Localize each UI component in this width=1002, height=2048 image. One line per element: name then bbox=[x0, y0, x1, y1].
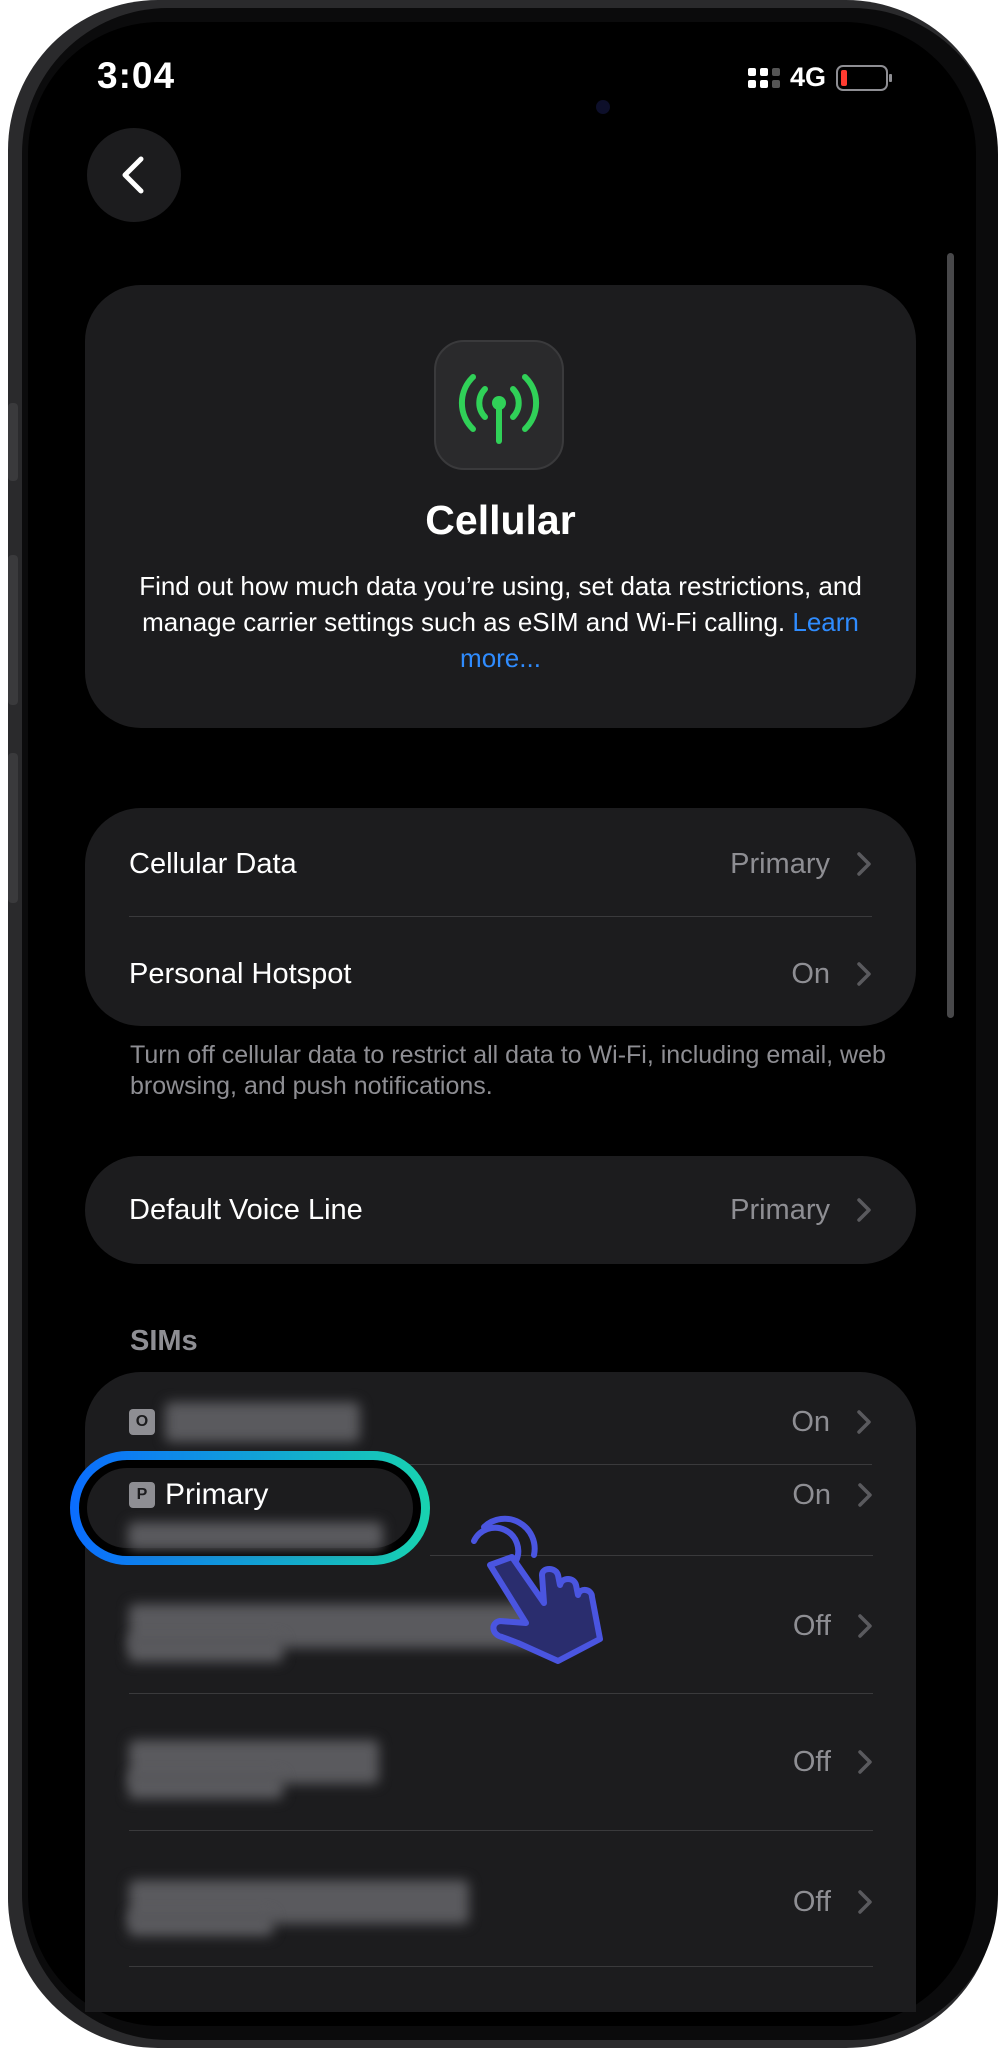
redacted-sim-detail bbox=[128, 1773, 283, 1799]
scrollbar[interactable] bbox=[947, 253, 954, 1018]
row-value: Primary bbox=[730, 847, 830, 880]
voice-line-group: Default Voice Line Primary bbox=[85, 1156, 916, 1264]
default-voice-line-row[interactable]: Default Voice Line Primary bbox=[129, 1185, 872, 1235]
sim-row-primary[interactable]: P Primary On bbox=[129, 1470, 873, 1520]
battery-icon bbox=[836, 64, 893, 91]
chevron-right-icon bbox=[857, 1613, 873, 1639]
hand-pointer-icon bbox=[471, 1515, 603, 1664]
status-icons: 4G bbox=[748, 62, 893, 93]
personal-hotspot-row[interactable]: Personal Hotspot On bbox=[129, 949, 872, 999]
sims-section-title: SIMs bbox=[130, 1325, 198, 1357]
redacted-sim-detail bbox=[128, 1912, 273, 1936]
divider bbox=[129, 1966, 873, 1967]
antenna-icon bbox=[434, 340, 564, 470]
row-value: On bbox=[792, 1478, 831, 1511]
redacted-sim-detail bbox=[128, 1636, 283, 1662]
page-description: Find out how much data you’re using, set… bbox=[125, 568, 876, 676]
page-title: Cellular bbox=[425, 497, 576, 543]
chevron-right-icon bbox=[857, 1889, 873, 1915]
sim-row[interactable]: O On bbox=[129, 1392, 872, 1452]
row-value: Off bbox=[792, 1609, 831, 1642]
redacted-phone-number bbox=[165, 1402, 360, 1442]
cellular-data-footnote: Turn off cellular data to restrict all d… bbox=[130, 1041, 886, 1100]
sim-badge: P bbox=[129, 1482, 155, 1508]
data-settings-group: Cellular Data Primary Personal Hotspot O… bbox=[85, 808, 916, 1026]
row-label: Cellular Data bbox=[129, 847, 297, 880]
row-value: Off bbox=[792, 1885, 831, 1918]
volume-down-button bbox=[8, 753, 18, 903]
back-button[interactable] bbox=[87, 128, 181, 222]
cellular-header-card: Cellular Find out how much data you’re u… bbox=[85, 285, 916, 728]
divider bbox=[129, 1693, 873, 1694]
divider bbox=[129, 1830, 873, 1831]
row-value: Off bbox=[792, 1745, 831, 1778]
cellular-data-row[interactable]: Cellular Data Primary bbox=[129, 839, 872, 889]
status-time: 3:04 bbox=[97, 55, 176, 96]
row-value: On bbox=[791, 957, 830, 990]
action-button bbox=[8, 403, 18, 481]
front-camera bbox=[596, 100, 610, 114]
volume-up-button bbox=[8, 555, 18, 705]
chevron-right-icon bbox=[856, 851, 872, 877]
chevron-right-icon bbox=[856, 1197, 872, 1223]
chevron-right-icon bbox=[856, 961, 872, 987]
chevron-right-icon bbox=[857, 1482, 873, 1508]
chevron-right-icon bbox=[857, 1749, 873, 1775]
sim-label: Primary bbox=[165, 1478, 269, 1511]
signal-icon bbox=[748, 67, 780, 88]
row-label: Default Voice Line bbox=[129, 1193, 363, 1226]
chevron-left-icon bbox=[122, 156, 144, 194]
row-value: On bbox=[791, 1405, 830, 1438]
row-label: Personal Hotspot bbox=[129, 957, 352, 990]
description-text: Find out how much data you’re using, set… bbox=[139, 571, 862, 637]
row-value: Primary bbox=[730, 1193, 830, 1226]
network-type: 4G bbox=[790, 62, 827, 92]
sim-badge: O bbox=[129, 1409, 155, 1435]
divider bbox=[129, 916, 872, 917]
chevron-right-icon bbox=[856, 1409, 872, 1435]
redacted-phone-number bbox=[128, 1522, 383, 1550]
